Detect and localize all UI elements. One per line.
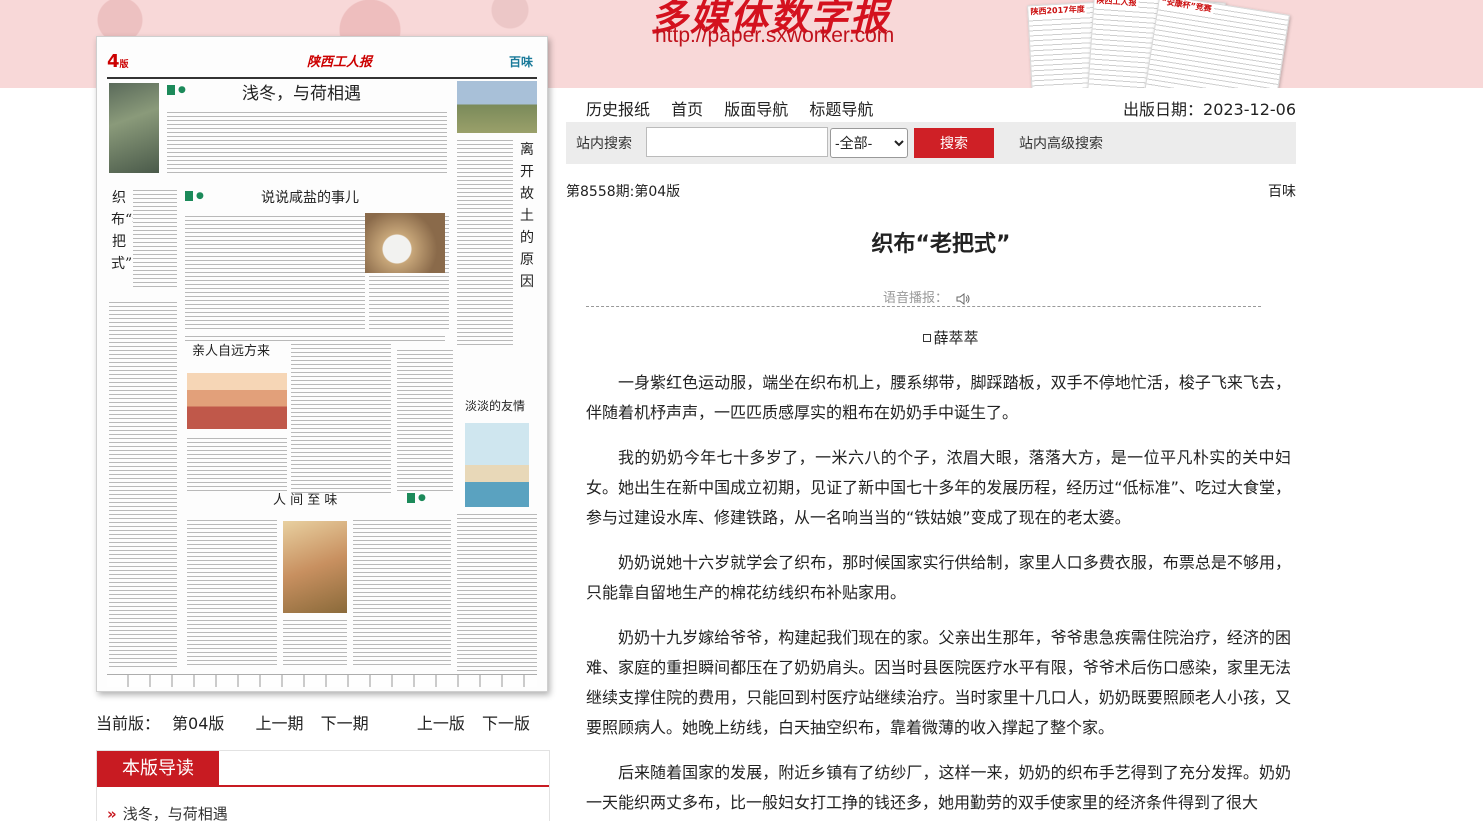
article-paragraph: 奶奶十九岁嫁给爷爷，构建起我们现在的家。父亲出生那年，爷爷患急疾需住院治疗，经济… xyxy=(586,628,1291,737)
thumb-family-illustration[interactable] xyxy=(187,373,287,429)
thumb-text-block xyxy=(109,299,177,669)
double-chevron-icon: » xyxy=(107,805,117,823)
thumb-footer xyxy=(107,674,537,687)
article-paragraph: 我的奶奶今年七十多岁了，一米六八的个子，浓眉大眼，落落大方，是一位平凡朴实的关中… xyxy=(586,448,1291,527)
site-url[interactable]: http://paper.sxworker.com xyxy=(655,24,894,48)
thumb-page-number: 4版 xyxy=(107,51,129,72)
thumb-article-title[interactable]: 浅冬，与荷相遇 xyxy=(242,79,361,104)
article-author: 薛萃萃 xyxy=(586,327,1316,348)
article-paragraph: 一身紫红色运动服，端坐在织布机上，腰系绑带，脚踩踏板，双手不停地忙活，梭子飞来飞… xyxy=(586,373,1291,422)
thumb-section: 百味 xyxy=(508,55,533,69)
page-guide-box: 本版导读 » 浅冬，与荷相遇 xyxy=(96,750,550,824)
thumb-column-tag: ● xyxy=(167,85,186,95)
thumb-text-block xyxy=(457,511,537,671)
next-page-link[interactable]: 下一版 xyxy=(482,714,530,733)
pager-right: 上一版 下一版 xyxy=(417,710,530,734)
section-name[interactable]: 百味 xyxy=(1268,181,1296,201)
guide-divider xyxy=(219,785,549,787)
publication-date: 出版日期：2023-12-06 xyxy=(1123,100,1296,119)
page-pager: 当前版： 第04版 上一期 下一期 上一版 下一版 xyxy=(96,710,548,734)
thumb-text-block xyxy=(457,137,513,347)
square-icon xyxy=(923,334,932,342)
article-paragraph: 后来随着国家的发展，附近乡镇有了纺纱厂，这样一来，奶奶的织布手艺得到了充分发挥。… xyxy=(586,763,1291,812)
thumb-article-title[interactable]: 淡淡的友情 xyxy=(465,397,525,414)
prev-issue-link[interactable]: 上一期 xyxy=(255,714,303,733)
newspaper-sheet: “安康杯”竞赛 xyxy=(1142,0,1290,88)
nav-history-papers[interactable]: 历史报纸 xyxy=(586,100,650,119)
thumb-lotus-photo[interactable] xyxy=(109,83,159,173)
search-label: 站内搜索 xyxy=(576,136,632,152)
search-input[interactable] xyxy=(646,127,828,157)
thumb-vertical-title[interactable]: 织布“老把式” xyxy=(111,187,146,275)
newspaper-stack-image: 陕西2017年度 陕西工人报 “安康杯”竞赛 xyxy=(1027,0,1290,88)
guide-title: 本版导读 xyxy=(97,751,219,787)
nav-title-navigation[interactable]: 标题导航 xyxy=(809,100,873,119)
thumb-column-tag: ● xyxy=(407,493,426,503)
site-search-bar: 站内搜索 -全部- 搜索 站内高级搜索 xyxy=(566,122,1296,164)
nav-home[interactable]: 首页 xyxy=(671,100,703,119)
thumb-text-block xyxy=(187,435,287,493)
next-issue-link[interactable]: 下一期 xyxy=(321,714,369,733)
issue-info: 第8558期:第04版 xyxy=(566,184,681,200)
pager-left: 当前版： 第04版 上一期 下一期 xyxy=(96,710,381,734)
guide-item[interactable]: » 浅冬，与荷相遇 xyxy=(107,803,228,824)
thumb-text-block xyxy=(353,517,451,667)
thumb-friendship-illustration[interactable] xyxy=(465,423,529,507)
thumb-text-block xyxy=(185,213,365,329)
thumb-landscape-photo[interactable] xyxy=(457,81,537,133)
thumb-article-title[interactable]: 人 间 至 味 xyxy=(273,489,337,508)
prev-page-link[interactable]: 上一版 xyxy=(417,714,465,733)
voice-broadcast: 语音播报： xyxy=(883,287,970,306)
thumb-column-tag: ● xyxy=(185,191,204,201)
search-button[interactable]: 搜索 xyxy=(914,128,994,158)
speaker-icon[interactable] xyxy=(956,292,970,305)
thumb-masthead: 陕西工人报 xyxy=(307,55,373,70)
thumb-text-block xyxy=(397,347,453,493)
current-page-indicator: 当前版： 第04版 xyxy=(96,714,225,733)
article-body: 一身紫红色运动服，端坐在织布机上，腰系绑带，脚踩踏板，双手不停地忙活，梭子飞来飞… xyxy=(586,368,1291,833)
thumb-article-title[interactable]: 亲人自远方来 xyxy=(192,340,270,359)
thumb-food-illustration[interactable] xyxy=(283,521,347,613)
thumb-text-block xyxy=(187,517,277,667)
thumb-salt-photo[interactable] xyxy=(365,213,445,273)
thumb-text-block xyxy=(283,617,347,667)
article-paragraph: 奶奶说她十六岁就学会了织布，那时候国家实行供给制，家里人口多费衣服，布票总是不够… xyxy=(586,553,1291,602)
article-title: 织布“老把式” xyxy=(871,232,1011,257)
page-thumbnail[interactable]: 4版 陕西工人报 百味 ● 浅冬，与荷相遇 离开故土的原因 织布“老把式” ● … xyxy=(96,36,548,692)
thumb-text-block xyxy=(167,109,447,175)
thumb-text-block xyxy=(291,341,391,493)
thumb-article-title[interactable]: 说说咸盐的事儿 xyxy=(261,187,359,207)
page-preview-panel: 4版 陕西工人报 百味 ● 浅冬，与荷相遇 离开故土的原因 织布“老把式” ● … xyxy=(96,36,548,734)
nav-page-navigation[interactable]: 版面导航 xyxy=(724,100,788,119)
advanced-search-link[interactable]: 站内高级搜索 xyxy=(1019,133,1103,153)
title-divider xyxy=(586,306,1261,307)
thumb-vertical-title[interactable]: 离开故土的原因 xyxy=(519,139,535,293)
search-scope-select[interactable]: -全部- xyxy=(830,128,908,158)
thumb-text-block xyxy=(133,187,177,287)
top-nav: 历史报纸 首页 版面导航 标题导航 xyxy=(586,96,889,120)
thumb-header: 4版 陕西工人报 百味 xyxy=(107,47,537,79)
